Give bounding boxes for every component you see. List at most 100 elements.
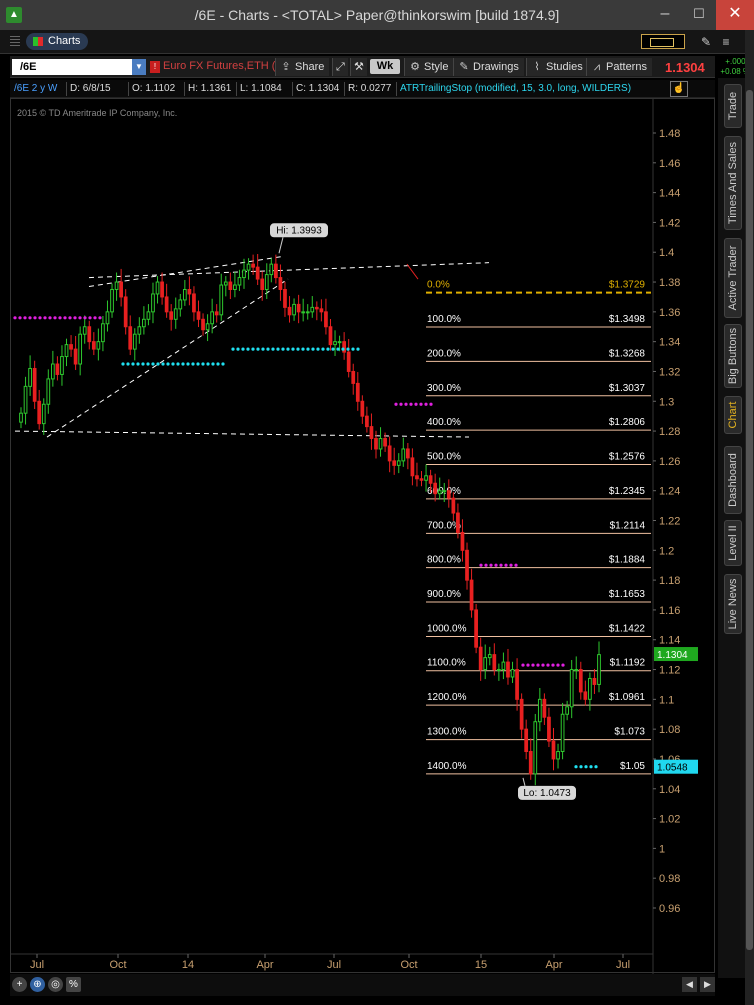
layout-selector[interactable] — [641, 34, 685, 49]
drag-grip-icon[interactable] — [10, 36, 20, 48]
y-tick-label: 1.42 — [659, 217, 680, 229]
candle-body — [456, 512, 460, 533]
candle-body — [187, 288, 192, 295]
symbol-dropdown-icon[interactable]: ▼ — [132, 59, 146, 75]
symbol-flag-icon[interactable]: ! — [150, 61, 160, 73]
crosshair-tool-button[interactable]: ⤢ — [332, 58, 348, 76]
settings-tool-button[interactable]: ⚒ — [350, 58, 367, 76]
trendline — [88, 262, 490, 279]
atr-stop-dot — [78, 316, 82, 320]
info-range: R: 0.0277 — [348, 83, 392, 94]
atr-stop-dot — [23, 316, 27, 320]
candle-body — [50, 363, 55, 380]
y-tick-label: 1 — [659, 843, 665, 855]
minimize-button[interactable]: – — [648, 0, 682, 30]
cursor-mode-icon[interactable]: ☝ — [670, 81, 688, 97]
candle-body — [365, 415, 369, 428]
tab-level-ii[interactable]: Level II — [724, 520, 742, 566]
percent-scale-icon[interactable]: % — [66, 977, 81, 992]
study-label[interactable]: ATRTrailingStop (modified, 15, 3.0, long… — [400, 83, 631, 94]
scroll-right-icon[interactable]: ▶ — [700, 977, 715, 992]
atr-stop-dot — [136, 362, 140, 366]
atr-stop-dot — [221, 362, 225, 366]
candle-body — [233, 284, 237, 290]
atr-stop-dot — [206, 362, 210, 366]
tab-dashboard[interactable]: Dashboard — [724, 446, 742, 514]
reset-zoom-icon[interactable]: ◎ — [48, 977, 63, 992]
last-price-tag: 1.1304 — [657, 650, 688, 661]
candle-body — [501, 661, 506, 671]
candle-body — [515, 669, 519, 700]
atr-stop-dot — [63, 316, 67, 320]
chart-toolbar: /6E ▼ ! Euro FX Futures,ETH (... ⇪ Share … — [10, 56, 750, 78]
zoom-in-icon[interactable]: ⊕ — [30, 977, 45, 992]
candle-body — [378, 438, 383, 450]
atr-stop-dot — [176, 362, 180, 366]
atr-stop-dot — [201, 362, 205, 366]
atr-stop-dot — [514, 563, 518, 567]
zoom-out-icon[interactable]: + — [12, 977, 27, 992]
candle-body — [73, 348, 78, 365]
candle-body — [401, 448, 406, 462]
atr-stop-dot — [191, 362, 195, 366]
candle-body — [173, 308, 178, 320]
candle-body — [137, 326, 142, 335]
patterns-button[interactable]: ⩘ Patterns — [586, 58, 652, 76]
fib-pct-label: 300.0% — [427, 383, 461, 394]
atr-stop-dot — [161, 362, 165, 366]
atr-stop-dot — [83, 316, 87, 320]
tab-live-news[interactable]: Live News — [724, 574, 742, 634]
style-button[interactable]: ⚙ Style — [404, 58, 454, 76]
candle-body — [146, 311, 151, 320]
candle-body — [182, 288, 187, 301]
atr-stop-dot — [336, 347, 340, 351]
pin-icon[interactable]: ✎ — [698, 34, 714, 50]
candle-body — [119, 281, 123, 298]
fib-price-label: $1.2806 — [609, 417, 646, 428]
candle-body — [410, 457, 415, 477]
candle-body — [469, 579, 474, 611]
charts-tab[interactable]: Charts — [26, 33, 89, 50]
share-button[interactable]: ⇪ Share — [275, 58, 330, 76]
candle-body — [23, 385, 28, 414]
studies-button[interactable]: ⌇ Studies — [526, 58, 588, 76]
info-symbol-range[interactable]: /6E 2 y W — [14, 83, 57, 94]
price-chart[interactable]: 1.48 1.46 1.44 1.42 1.4 1.38 1.36 1.34 1.32 1.3 1.… — [10, 98, 716, 974]
fib-pct-label: 900.0% — [427, 589, 461, 600]
timeframe-button[interactable]: Wk — [370, 59, 400, 74]
chart-svg[interactable]: 1.48 1.46 1.44 1.42 1.4 1.38 1.36 1.34 1.32 1.3 1.… — [11, 99, 716, 974]
candle-body — [392, 460, 397, 466]
menu-icon[interactable]: ≡ — [718, 34, 734, 50]
symbol-input[interactable]: /6E — [12, 59, 146, 75]
candle-body — [346, 351, 351, 372]
close-button[interactable]: ✕ — [716, 0, 754, 30]
atr-stop-dot — [404, 402, 408, 406]
candle-body — [210, 311, 215, 325]
studies-icon: ⌇ — [534, 61, 540, 73]
tab-chart[interactable]: Chart — [724, 396, 742, 434]
fib-price-label: $1.073 — [614, 727, 645, 738]
tab-big-buttons[interactable]: Big Buttons — [724, 324, 742, 388]
atr-stop-dot — [246, 347, 250, 351]
candle-body — [69, 344, 73, 350]
candle-body — [547, 716, 551, 742]
atr-stop-dot — [424, 402, 428, 406]
y-tick-label: 1.28 — [659, 426, 680, 438]
candle-body — [497, 669, 501, 672]
tab-times-and-sales[interactable]: Times And Sales — [724, 136, 742, 230]
candle-body — [451, 497, 456, 514]
fib-price-label: $1.2114 — [610, 520, 646, 531]
info-high: H: 1.1361 — [188, 83, 232, 94]
candle-body — [551, 740, 556, 760]
vertical-scrollbar-thumb[interactable] — [746, 90, 753, 950]
fib-pct-label: 1200.0% — [427, 692, 467, 703]
tab-active-trader[interactable]: Active Trader — [724, 238, 742, 318]
candle-body — [237, 277, 242, 286]
y-tick-label: 1.2 — [659, 545, 674, 557]
candle-body — [142, 318, 146, 328]
drawings-button[interactable]: ✎ Drawings — [453, 58, 524, 76]
fib-pct-label: 1400.0% — [427, 761, 467, 772]
scroll-left-icon[interactable]: ◀ — [682, 977, 697, 992]
maximize-button[interactable]: ☐ — [682, 0, 716, 30]
tab-trade[interactable]: Trade — [724, 84, 742, 128]
